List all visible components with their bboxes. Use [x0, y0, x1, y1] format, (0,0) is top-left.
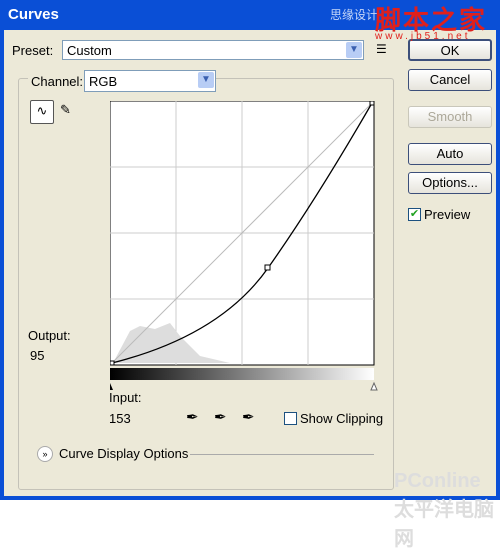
- channel-select[interactable]: RGB ▼: [84, 70, 216, 92]
- watermark-pconline: PConline 太平洋电脑网: [394, 470, 494, 550]
- show-clipping-label: Show Clipping: [300, 411, 384, 426]
- black-eyedropper-icon[interactable]: ✒: [186, 408, 199, 426]
- curve-display-options[interactable]: Curve Display Options: [59, 446, 188, 461]
- chevron-down-icon[interactable]: ▼: [346, 42, 362, 58]
- gray-eyedropper-icon[interactable]: ✒: [214, 408, 227, 426]
- pencil-icon[interactable]: ✎: [60, 102, 71, 118]
- curves-dialog: Curves 思缘设计 脚本之家 www.jb51.net Preset: Cu…: [0, 0, 500, 550]
- input-value: 153: [109, 411, 131, 426]
- preset-menu-icon[interactable]: ☰: [376, 42, 387, 56]
- curves-graph[interactable]: [110, 101, 382, 421]
- input-gradient: [110, 368, 374, 380]
- output-value: 95: [30, 348, 45, 363]
- cancel-button[interactable]: Cancel: [408, 69, 492, 91]
- options-button[interactable]: Options...: [408, 172, 492, 194]
- preset-label: Preset:: [12, 43, 54, 58]
- channel-label: Channel:: [28, 74, 87, 89]
- smooth-button[interactable]: Smooth: [408, 106, 492, 128]
- preview-label: Preview: [424, 207, 471, 222]
- watermark-text: 思缘设计: [330, 8, 379, 22]
- input-label: Input:: [109, 390, 142, 405]
- curve-point[interactable]: [264, 264, 271, 271]
- white-eyedropper-icon[interactable]: ✒: [242, 408, 255, 426]
- channel-value: RGB: [89, 74, 118, 89]
- curve-point[interactable]: [369, 101, 375, 106]
- divider: [190, 454, 374, 455]
- output-label: Output:: [28, 328, 71, 343]
- white-point-slider[interactable]: [370, 381, 378, 391]
- preset-select[interactable]: Custom ▼: [62, 40, 364, 60]
- watermark-url: www.jb51.net: [375, 31, 471, 42]
- chevron-down-icon[interactable]: ▼: [198, 72, 214, 88]
- curve-tool-icon[interactable]: ∿: [30, 100, 54, 124]
- preview-checkbox[interactable]: ✔: [408, 208, 421, 221]
- preset-value: Custom: [67, 43, 112, 58]
- show-clipping-checkbox[interactable]: [284, 412, 297, 425]
- expand-chevron-icon[interactable]: »: [37, 446, 53, 462]
- auto-button[interactable]: Auto: [408, 143, 492, 165]
- black-point-slider[interactable]: [110, 383, 113, 390]
- dialog-title: Curves: [8, 6, 59, 23]
- curve-point[interactable]: [110, 360, 115, 366]
